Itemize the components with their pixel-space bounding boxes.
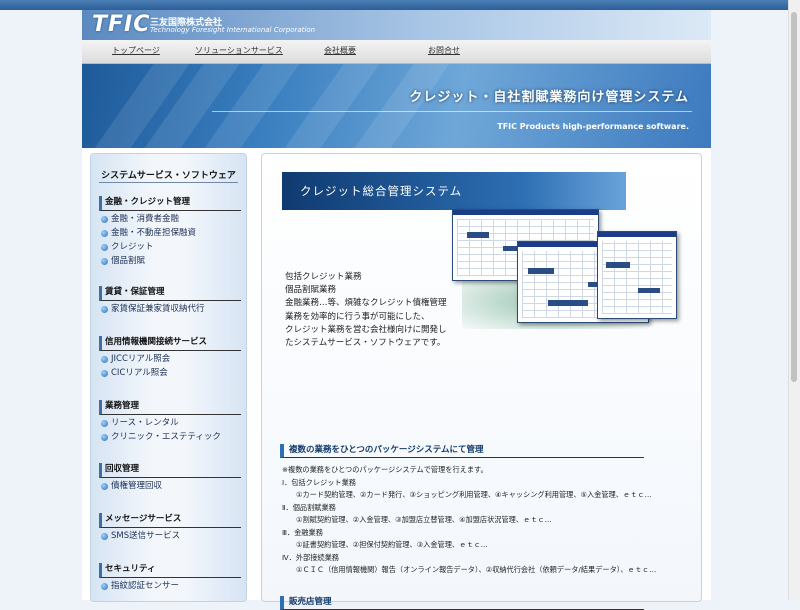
sidebar-heading: 賃貸・保証管理 (99, 286, 241, 301)
product-intro: 包括クレジット業務 個品割賦業務 金融業務…等、煩雑なクレジット債権管理 業務を… (285, 271, 447, 350)
software-screenshots (452, 209, 682, 331)
sidebar-section-message: メッセージサービス SMS送信サービス (99, 513, 241, 542)
hero-title: クレジット・自社割賦業務向け管理システム (409, 90, 689, 105)
feature-category: Ⅱ．個品割賦業務 (282, 502, 336, 512)
company-name-en: Technology Foresight International Corpo… (150, 26, 316, 34)
sidebar-item-rent-guarantee[interactable]: 家賃保証兼家賃収納代行 (99, 304, 241, 315)
sidebar-heading: メッセージサービス (99, 513, 241, 528)
intro-line: たシステムサービス・ソフトウェアです。 (285, 338, 446, 349)
sidebar-item-clinic[interactable]: クリニック・エステティック (99, 432, 241, 443)
bullet-icon (101, 434, 108, 441)
intro-line: 金融業務…等、煩雑なクレジット債権管理 (285, 298, 447, 309)
sidebar-heading: 回収管理 (99, 463, 241, 478)
screenshot-window (597, 231, 677, 319)
nav-company[interactable]: 会社概要 (324, 45, 356, 56)
company-logo[interactable]: TFIC (92, 12, 150, 37)
sidebar-section-collection: 回収管理 債権管理回収 (99, 463, 241, 492)
sidebar-section-rental: 賃貸・保証管理 家賃保証兼家賃収納代行 (99, 286, 241, 315)
feature-category: Ⅳ．外部接続業務 (282, 552, 339, 562)
product-banner: クレジット総合管理システム (282, 172, 626, 210)
feature-category: Ⅰ．包括クレジット業務 (282, 477, 356, 487)
bullet-icon (101, 483, 108, 490)
sidebar-title-divider (99, 182, 238, 183)
nav-solutions[interactable]: ソリューションサービス (195, 45, 283, 56)
sidebar: システムサービス・ソフトウェア 金融・クレジット管理 金融・消費者金融 金融・不… (90, 153, 247, 602)
sidebar-item-cic[interactable]: CICリアル照会 (99, 368, 241, 379)
bullet-icon (101, 306, 108, 313)
bullet-icon (101, 230, 108, 237)
sidebar-heading: 業務管理 (99, 400, 241, 415)
sidebar-section-finance: 金融・クレジット管理 金融・消費者金融 金融・不動産担保融資 クレジット 個品割… (99, 196, 241, 267)
main-content: クレジット総合管理システム 包括クレジット業務 個品割賦業務 金融業務…等、煩雑… (261, 153, 702, 610)
global-nav: トップページ ソリューションサービス 会社概要 お問合せ (82, 40, 711, 64)
sidebar-section-business: 業務管理 リース・レンタル クリニック・エステティック (99, 400, 241, 443)
scrollbar-thumb[interactable] (791, 12, 797, 382)
sidebar-item-consumer-finance[interactable]: 金融・消費者金融 (99, 214, 241, 225)
bullet-icon (101, 420, 108, 427)
top-bar (0, 0, 800, 10)
feature-list: ※複数の業務をひとつのパッケージシステムで管理を行えます。 Ⅰ．包括クレジット業… (282, 464, 692, 577)
section-heading-dealer: 販売店管理 (280, 596, 644, 610)
nav-top-page[interactable]: トップページ (112, 45, 160, 56)
sidebar-item-real-estate-loan[interactable]: 金融・不動産担保融資 (99, 228, 241, 239)
bullet-icon (101, 244, 108, 251)
sidebar-section-security: セキュリティ 指紋認証センサー (99, 563, 241, 592)
sidebar-item-debt-collection[interactable]: 債権管理回収 (99, 481, 241, 492)
sidebar-item-sms[interactable]: SMS送信サービス (99, 531, 241, 542)
feature-items: ①証書契約管理、②担保付契約管理、③入金管理、ｅｔｃ… (296, 540, 488, 549)
bullet-icon (101, 583, 108, 590)
feature-items: ①ＣＩＣ（信用情報機関）報告（オンライン報告データ）、②収納代行会社（依頼データ… (296, 565, 657, 574)
feature-note: ※複数の業務をひとつのパッケージシステムで管理を行えます。 (282, 465, 488, 474)
bullet-icon (101, 370, 108, 377)
intro-line: クレジット業務を営む会社様向けに開発し (285, 324, 447, 335)
hero-tagline: TFIC Products high-performance software. (497, 122, 689, 131)
hero-divider (212, 111, 692, 112)
header-logo-band: TFIC 三友国際株式会社 Technology Foresight Inter… (82, 10, 711, 40)
page-scrollbar[interactable] (788, 0, 800, 600)
bullet-icon (101, 356, 108, 363)
sidebar-item-installment[interactable]: 個品割賦 (99, 256, 241, 267)
bullet-icon (101, 258, 108, 265)
feature-items: ①カード契約管理、②カード発行、③ショッピング利用管理、④キャッシング利用管理、… (296, 490, 652, 499)
page-container: TFIC 三友国際株式会社 Technology Foresight Inter… (82, 10, 711, 610)
sidebar-item-lease[interactable]: リース・レンタル (99, 418, 241, 429)
hero-banner: クレジット・自社割賦業務向け管理システム TFIC Products high-… (82, 64, 711, 148)
feature-items: ①割賦契約管理、②入金管理、③加盟店立替管理、④加盟店状況管理、ｅｔｃ… (296, 515, 552, 524)
intro-line: 個品割賦業務 (285, 285, 337, 296)
intro-line: 包括クレジット業務 (285, 272, 362, 282)
sidebar-heading: 金融・クレジット管理 (99, 196, 241, 211)
sidebar-item-jicc[interactable]: JICCリアル照会 (99, 354, 241, 365)
sidebar-heading: セキュリティ (99, 563, 241, 578)
sidebar-heading: 信用情報機関接続サービス (99, 336, 241, 351)
bullet-icon (101, 216, 108, 223)
nav-contact[interactable]: お問合せ (428, 45, 460, 56)
bullet-icon (101, 533, 108, 540)
feature-category: Ⅲ．金融業務 (282, 527, 323, 537)
product-title: クレジット総合管理システム (300, 184, 463, 198)
sidebar-item-credit[interactable]: クレジット (99, 242, 241, 253)
sidebar-item-fingerprint[interactable]: 指紋認証センサー (99, 581, 241, 592)
intro-line: 業務を効率的に行う事が可能にした、 (285, 311, 430, 322)
sidebar-section-credit-bureau: 信用情報機関接続サービス JICCリアル照会 CICリアル照会 (99, 336, 241, 379)
section-heading-multi-business: 複数の業務をひとつのパッケージシステムにて管理 (280, 444, 644, 458)
sidebar-title: システムサービス・ソフトウェア (101, 171, 236, 181)
